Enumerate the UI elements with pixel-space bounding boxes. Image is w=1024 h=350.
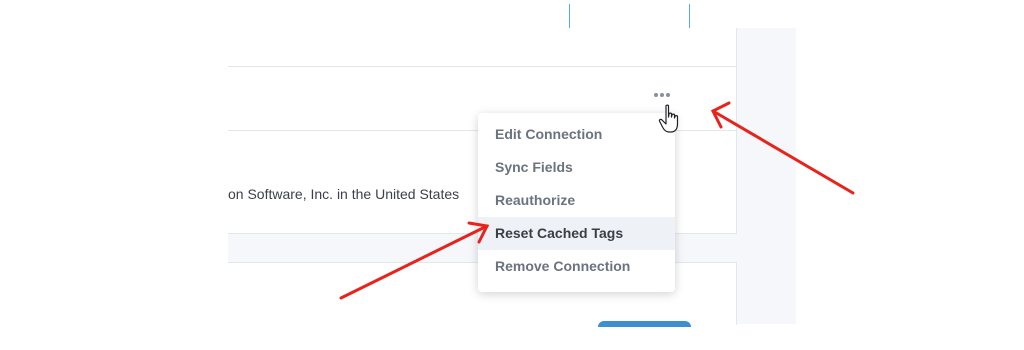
- menu-item-remove-connection[interactable]: Remove Connection: [478, 250, 675, 283]
- copyright-text: on Software, Inc. in the United States: [228, 186, 460, 202]
- next-card-button[interactable]: [598, 321, 691, 327]
- card-divider: [228, 66, 736, 67]
- more-options-icon[interactable]: [654, 90, 672, 100]
- menu-item-sync-fields[interactable]: Sync Fields: [478, 151, 675, 184]
- menu-item-reset-cached-tags[interactable]: Reset Cached Tags: [478, 217, 675, 250]
- menu-item-edit-connection[interactable]: Edit Connection: [478, 118, 675, 151]
- menu-item-reauthorize[interactable]: Reauthorize: [478, 184, 675, 217]
- hand-cursor-icon: [658, 104, 679, 133]
- connection-options-menu: Edit Connection Sync Fields Reauthorize …: [478, 113, 675, 292]
